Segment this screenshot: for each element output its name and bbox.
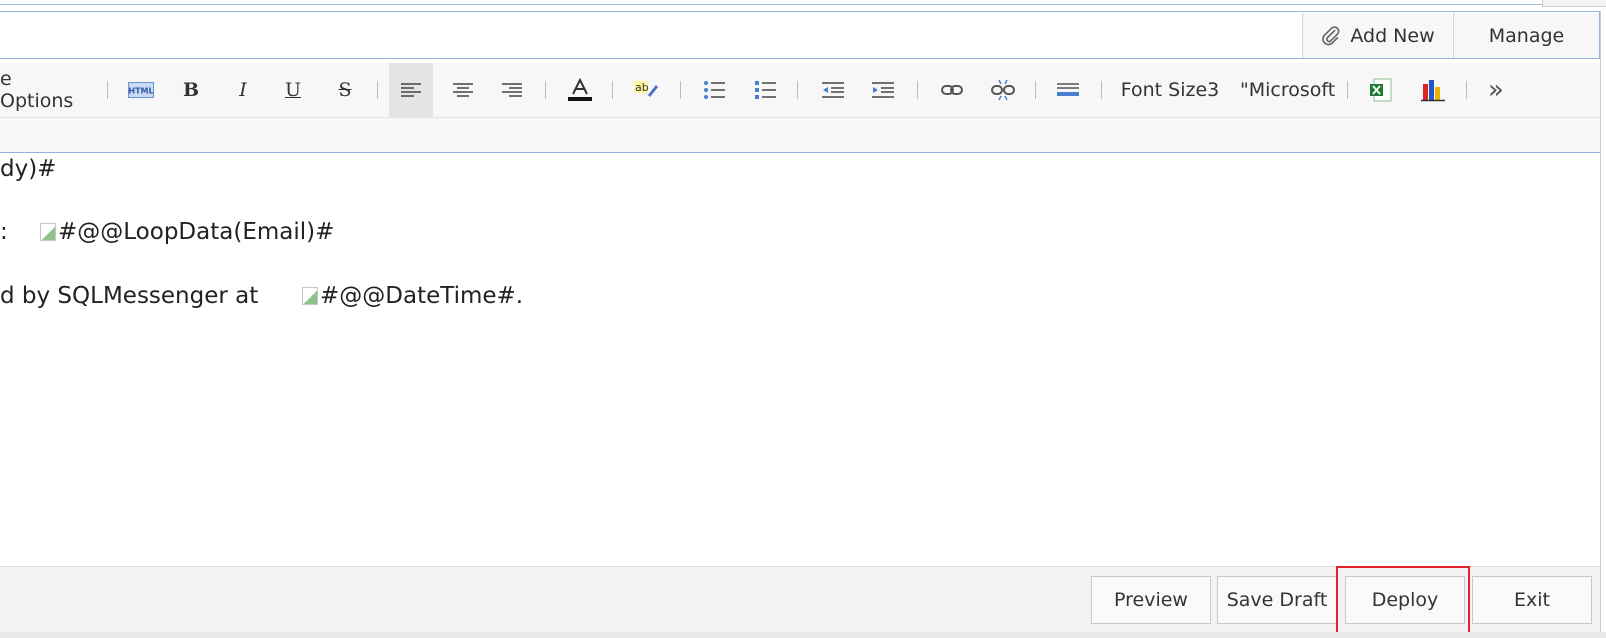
save-draft-label: Save Draft	[1226, 589, 1328, 611]
toolbar-secondary-row	[0, 117, 1606, 153]
toolbar-separator	[545, 81, 546, 99]
attachment-bar: Add New Manage	[0, 11, 1600, 59]
insert-chart-button[interactable]	[1417, 63, 1449, 117]
bold-icon: B	[182, 79, 200, 101]
remove-link-button[interactable]	[988, 63, 1018, 117]
align-left-icon	[401, 83, 421, 97]
toolbar-separator	[1347, 81, 1348, 99]
right-scroll-edge	[1600, 11, 1606, 638]
top-strip	[0, 0, 1606, 11]
editor-toolbar: e Options HTML B I U S ab Font Size3 "Mi…	[0, 63, 1606, 117]
indent-icon	[872, 82, 894, 98]
top-divider	[0, 4, 1542, 5]
content-line-1-text: dy)#	[0, 156, 57, 182]
toolbar-separator	[917, 81, 918, 99]
numbered-list-icon	[755, 81, 776, 99]
unlink-icon	[991, 79, 1015, 101]
more-tools-button[interactable]: »	[1481, 63, 1511, 117]
align-right-button[interactable]	[497, 63, 527, 117]
toolbar-separator	[1035, 81, 1036, 99]
manage-label: Manage	[1488, 24, 1565, 47]
insert-excel-button[interactable]	[1365, 63, 1397, 117]
strikethrough-button[interactable]: S	[330, 63, 360, 117]
editor-content-area[interactable]: dy)# : #@@LoopData(Email)# d by SQLMesse…	[0, 153, 1600, 566]
editor-window: Add New Manage e Options HTML B I U S ab…	[0, 0, 1606, 638]
bold-button[interactable]: B	[176, 63, 206, 117]
add-new-attachment-button[interactable]: Add New	[1302, 13, 1452, 58]
insert-link-button[interactable]	[937, 63, 967, 117]
bottom-edge	[0, 632, 1606, 638]
font-size-dropdown[interactable]: Font Size3	[1120, 63, 1220, 117]
link-icon	[941, 85, 963, 95]
bullet-list-button[interactable]	[699, 63, 729, 117]
excel-icon	[1370, 78, 1392, 102]
font-color-button[interactable]	[565, 63, 595, 117]
outdent-icon	[822, 82, 844, 98]
numbered-list-button[interactable]	[750, 63, 780, 117]
toolbar-separator	[1466, 81, 1467, 99]
content-line-3-prefix: d by SQLMessenger at	[0, 283, 259, 309]
align-center-icon	[453, 83, 473, 97]
horizontal-rule-button[interactable]	[1053, 63, 1083, 117]
broken-image-icon[interactable]	[302, 287, 318, 305]
bar-chart-icon	[1421, 80, 1445, 102]
outdent-button[interactable]	[818, 63, 848, 117]
paperclip-icon	[1322, 25, 1340, 45]
page-options-label: e Options	[0, 68, 74, 112]
content-line-2-prefix: :	[0, 219, 8, 245]
font-color-icon	[568, 78, 592, 101]
svg-text:ab: ab	[635, 81, 649, 94]
horizontal-rule-icon	[1057, 83, 1079, 96]
italic-icon: I	[239, 79, 247, 101]
align-left-button[interactable]	[389, 63, 433, 117]
preview-button[interactable]: Preview	[1091, 576, 1211, 624]
html-icon: HTML	[128, 82, 154, 98]
exit-label: Exit	[1514, 589, 1550, 611]
datetime-token: #@@DateTime#.	[320, 283, 524, 309]
toolbar-separator	[797, 81, 798, 99]
loopdata-email-token: #@@LoopData(Email)#	[58, 219, 335, 245]
save-draft-button[interactable]: Save Draft	[1217, 576, 1337, 624]
manage-attachments-button[interactable]: Manage	[1453, 13, 1599, 58]
html-source-button[interactable]: HTML	[124, 63, 158, 117]
italic-button[interactable]: I	[228, 63, 258, 117]
deploy-highlight-box	[1336, 566, 1470, 634]
double-chevron-right-icon: »	[1488, 75, 1504, 105]
toolbar-separator	[1101, 81, 1102, 99]
font-family-label: "Microsoft	[1240, 79, 1336, 101]
bullet-list-icon	[704, 81, 725, 99]
toolbar-separator	[680, 81, 681, 99]
preview-label: Preview	[1114, 589, 1188, 611]
top-right-corner	[1542, 0, 1606, 7]
strikethrough-icon: S	[338, 79, 352, 101]
align-right-icon	[502, 83, 522, 97]
align-center-button[interactable]	[448, 63, 478, 117]
indent-button[interactable]	[868, 63, 898, 117]
font-size-label: Font Size3	[1120, 79, 1220, 101]
broken-image-icon[interactable]	[40, 223, 56, 241]
toolbar-separator	[612, 81, 613, 99]
highlight-marker-icon: ab	[634, 81, 658, 97]
add-new-label: Add New	[1350, 24, 1435, 47]
underline-icon: U	[284, 79, 301, 101]
toolbar-separator	[107, 81, 108, 99]
exit-button[interactable]: Exit	[1472, 576, 1592, 624]
content-line-2: : #@@LoopData(Email)#	[0, 219, 334, 245]
svg-text:HTML: HTML	[128, 87, 153, 96]
content-line-3: d by SQLMessenger at #@@DateTime#.	[0, 283, 523, 309]
highlight-color-button[interactable]: ab	[631, 63, 661, 117]
underline-button[interactable]: U	[278, 63, 308, 117]
page-options-button[interactable]: e Options	[0, 63, 88, 117]
font-family-dropdown[interactable]: "Microsoft	[1240, 63, 1338, 117]
content-line-1: dy)#	[0, 156, 56, 182]
toolbar-separator	[377, 81, 378, 99]
